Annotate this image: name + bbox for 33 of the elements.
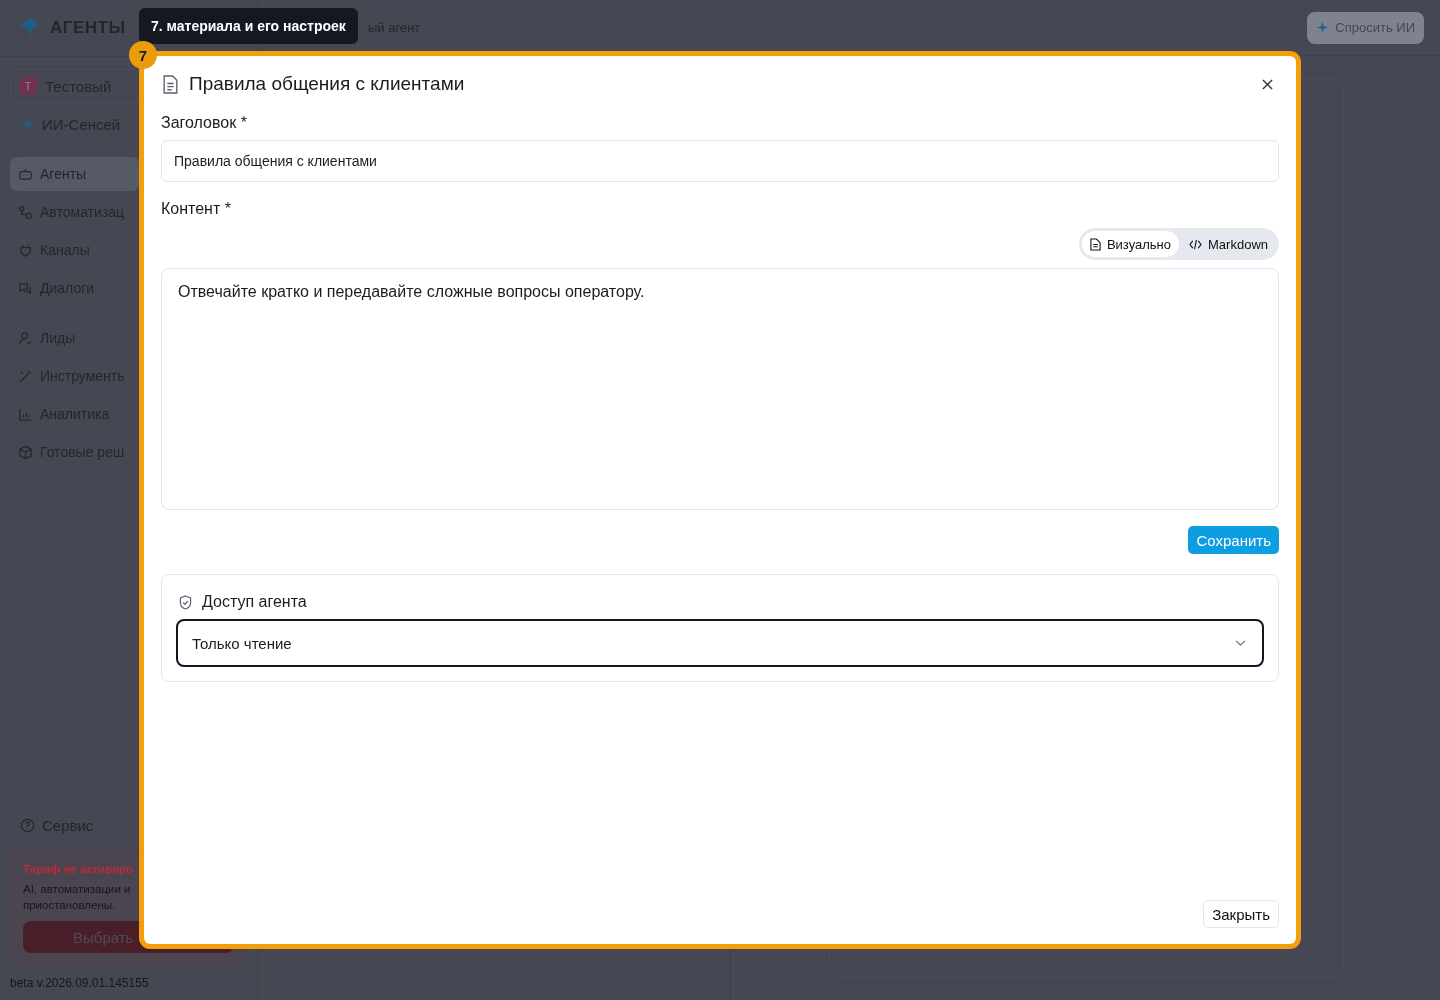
cube-icon — [18, 444, 33, 460]
shield-icon — [179, 594, 192, 610]
title-input[interactable]: Правила общения с клиентами — [161, 140, 1279, 182]
step-badge: 7 — [129, 41, 157, 69]
magic-wand-icon — [18, 368, 33, 384]
chat-icon — [18, 280, 33, 296]
save-button[interactable]: Сохранить — [1188, 526, 1279, 554]
workflow-icon — [18, 204, 33, 220]
tour-tooltip: 7. материала и его настроек — [139, 8, 358, 44]
sparkle-icon — [20, 116, 35, 132]
plug-icon — [18, 242, 33, 258]
plan-title: Тариф не активиро — [23, 863, 135, 875]
code-icon — [1189, 238, 1203, 250]
sidebar-item[interactable]: Агенты — [10, 157, 140, 191]
robot-icon — [18, 166, 33, 182]
mode-tab[interactable]: Визуально — [1081, 231, 1180, 257]
access-select[interactable]: Только чтение — [176, 619, 1264, 667]
mode-tab[interactable]: Markdown — [1181, 231, 1276, 257]
modal-title: Правила общения с клиентами — [189, 73, 465, 95]
field-label: Контент * — [161, 200, 232, 218]
user-icon — [18, 330, 33, 346]
content-editor[interactable]: Отвечайте кратко и передавайте сложные вопросы оператору. — [161, 268, 1279, 510]
access-title: Доступ агента — [202, 593, 307, 611]
help-icon — [20, 817, 35, 833]
sparkle-icon — [1316, 21, 1330, 34]
document-icon — [1089, 237, 1101, 251]
chevron-down-icon — [1235, 639, 1246, 647]
ask-ai-button[interactable]: Спросить ИИ — [1307, 11, 1424, 44]
document-icon — [162, 74, 179, 94]
field-label: Заголовок * — [161, 114, 248, 132]
close-button[interactable]: Закрыть — [1203, 900, 1279, 928]
bar-chart-icon — [18, 406, 33, 422]
workspace-avatar: Т — [19, 77, 37, 95]
